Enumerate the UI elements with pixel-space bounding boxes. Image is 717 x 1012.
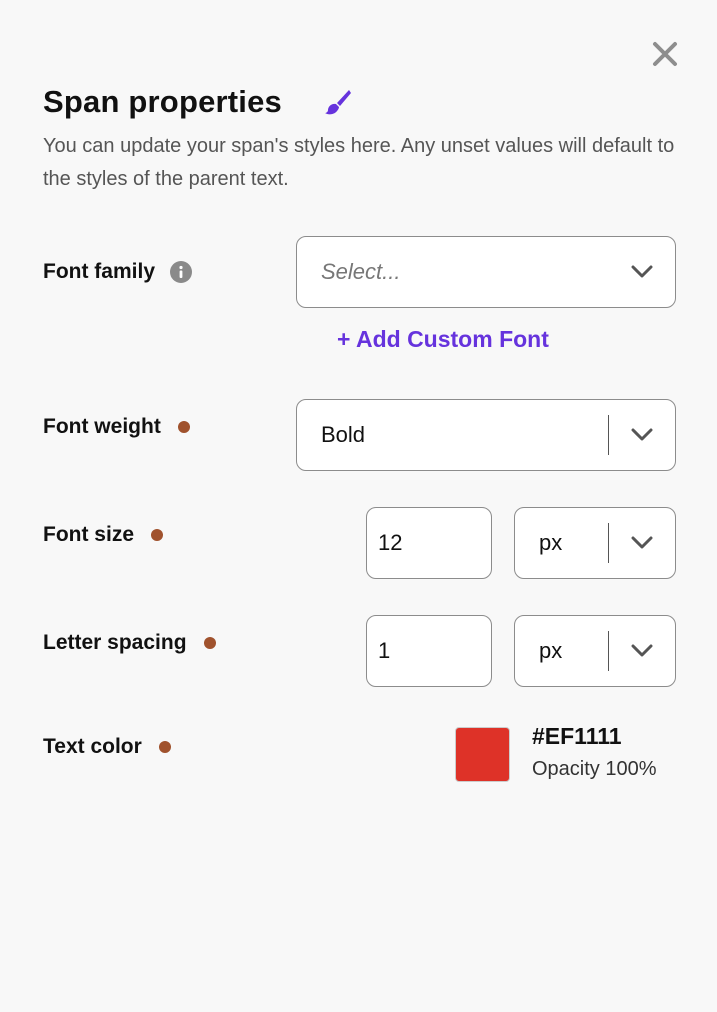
close-icon [653,42,677,66]
set-indicator-dot [158,741,171,753]
chevron-down-icon [609,508,675,578]
font-family-label: Font family [43,260,156,283]
chevron-down-icon [609,237,675,307]
close-button[interactable] [648,37,682,71]
font-family-select[interactable]: Select... [296,236,676,308]
color-swatch[interactable] [455,727,510,782]
add-custom-font-link[interactable]: + Add Custom Font [337,326,549,353]
chevron-down-icon [609,616,675,686]
font-weight-select[interactable]: Bold [296,399,676,471]
color-opacity: Opacity 100% [532,758,657,780]
set-indicator-dot [203,637,216,649]
font-weight-value: Bold [321,422,366,447]
letter-spacing-label: Letter spacing [43,631,187,654]
paintbrush-icon [325,90,351,115]
letter-spacing-row-label: Letter spacing [43,631,216,655]
text-color-row-label: Text color [43,735,171,759]
font-size-value: 12 [378,530,403,555]
letter-spacing-unit-select[interactable]: px [514,615,676,687]
letter-spacing-unit: px [539,638,563,663]
font-size-unit: px [539,530,563,555]
font-weight-row-label: Font weight [43,415,190,439]
font-family-row-label: Font family [43,260,193,284]
font-size-unit-select[interactable]: px [514,507,676,579]
font-size-row-label: Font size [43,523,164,547]
span-properties-panel: Span properties You can update your span… [0,0,717,1012]
color-hex-value[interactable]: #EF1111 [532,723,622,750]
font-size-input[interactable]: 12 [366,507,492,579]
info-icon[interactable] [170,261,193,283]
panel-description: You can update your span's styles here. … [43,135,675,190]
set-indicator-dot [151,529,164,541]
letter-spacing-value: 1 [378,638,391,663]
text-color-label: Text color [43,735,142,758]
font-family-placeholder: Select... [321,259,401,284]
set-indicator-dot [177,421,190,433]
panel-title: Span properties [43,84,282,119]
font-weight-label: Font weight [43,415,161,438]
chevron-down-icon [609,400,675,470]
font-size-label: Font size [43,523,135,546]
letter-spacing-input[interactable]: 1 [366,615,492,687]
